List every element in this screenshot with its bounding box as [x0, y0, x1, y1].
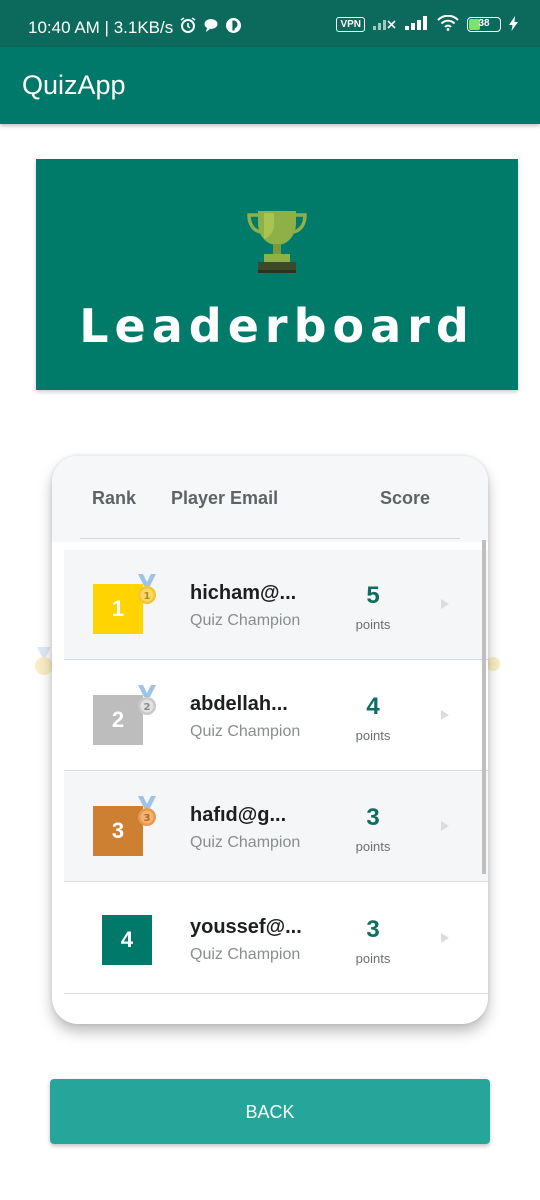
leaderboard-banner: Leaderboard	[36, 159, 518, 390]
gold-medal-icon: 1	[135, 574, 159, 611]
bronze-medal-icon: 3	[135, 796, 159, 833]
player-email: abdellah...	[190, 693, 288, 715]
app-title: QuizApp	[22, 70, 126, 100]
signal-off-icon	[373, 16, 397, 33]
player-role: Quiz Champion	[190, 834, 301, 851]
column-header-rank: Rank	[92, 488, 137, 508]
player-role: Quiz Champion	[190, 612, 301, 629]
player-score: 3	[366, 916, 380, 943]
chevron-right-icon	[441, 710, 449, 720]
player-score: 5	[366, 582, 380, 609]
chevron-right-icon	[441, 599, 449, 609]
alarm-icon	[179, 16, 197, 39]
player-score: 4	[366, 693, 380, 720]
player-email: youssef@...	[190, 916, 302, 938]
table-header: Rank Player Email Score	[52, 456, 488, 542]
player-score: 3	[366, 804, 380, 831]
leaderboard-row[interactable]: 2 2 abdellah... Quiz Champion 4 points	[64, 661, 488, 771]
back-button[interactable]: BACK	[50, 1079, 490, 1144]
points-label: points	[355, 617, 391, 632]
battery-icon: 38	[467, 17, 501, 32]
rank-badge: 4	[102, 915, 152, 965]
points-label: points	[355, 951, 391, 966]
status-time: 10:40 AM | 3.1KB/s	[28, 17, 174, 37]
silver-medal-icon: 2	[135, 685, 159, 722]
leaderboard-row[interactable]: 1 1 hicham@... Quiz Champion 5 points	[64, 550, 488, 660]
bronze-medal-number: 3	[144, 813, 151, 824]
column-header-score: Score	[380, 488, 431, 508]
header-divider	[80, 538, 460, 539]
signal-icon	[405, 16, 429, 33]
chevron-right-icon	[441, 821, 449, 831]
player-role: Quiz Champion	[190, 946, 301, 963]
player-role: Quiz Champion	[190, 723, 301, 740]
app-notification-icon	[225, 17, 242, 39]
wifi-icon	[437, 14, 459, 34]
column-header-email: Player Email	[171, 488, 279, 508]
leaderboard-row[interactable]: 4 youssef@... Quiz Champion 3 points	[64, 884, 488, 994]
scrollbar[interactable]	[482, 540, 486, 874]
points-label: points	[355, 728, 391, 743]
chat-icon	[203, 17, 219, 38]
trophy-icon	[244, 203, 310, 280]
player-email: hafıd@g...	[190, 804, 287, 826]
player-email: hicham@...	[190, 582, 297, 604]
status-bar: 10:40 AM | 3.1KB/s VPN 38	[0, 0, 540, 47]
app-bar: QuizApp	[0, 47, 540, 124]
leaderboard-heading: Leaderboard	[79, 299, 475, 353]
gold-medal-number: 1	[144, 591, 151, 602]
battery-level: 38	[478, 18, 490, 29]
vpn-badge: VPN	[336, 17, 365, 32]
points-label: points	[355, 839, 391, 854]
leaderboard-card: Rank Player Email Score 1 1 hicham@... Q…	[52, 456, 488, 1024]
charging-icon	[509, 15, 518, 34]
chevron-right-icon	[441, 933, 449, 943]
leaderboard-row[interactable]: 3 3 hafıd@g... Quiz Champion 3 points	[64, 772, 488, 882]
silver-medal-number: 2	[144, 702, 151, 713]
